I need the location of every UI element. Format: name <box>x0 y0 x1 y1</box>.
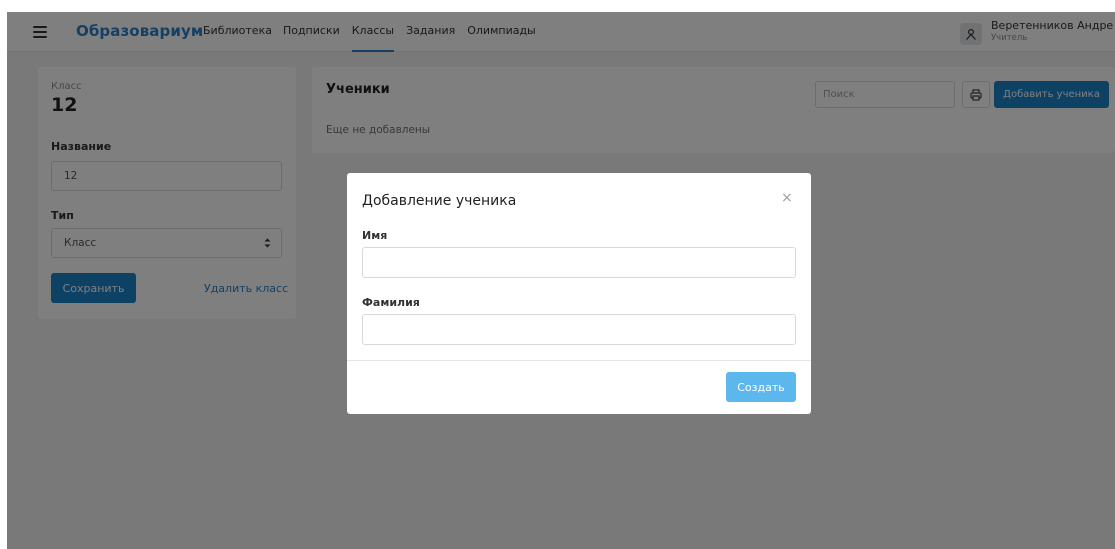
app-screen: Образовариум Библиотека Подписки Классы … <box>7 12 1115 549</box>
first-name-input[interactable] <box>362 247 796 278</box>
last-name-input[interactable] <box>362 314 796 345</box>
close-icon[interactable]: × <box>781 191 793 205</box>
modal-footer-divider <box>347 360 811 361</box>
add-student-modal: Добавление ученика × Имя Фамилия Создать <box>347 173 811 414</box>
modal-title: Добавление ученика <box>362 193 517 209</box>
create-button[interactable]: Создать <box>726 372 796 402</box>
last-name-label: Фамилия <box>362 296 420 309</box>
first-name-label: Имя <box>362 229 388 242</box>
